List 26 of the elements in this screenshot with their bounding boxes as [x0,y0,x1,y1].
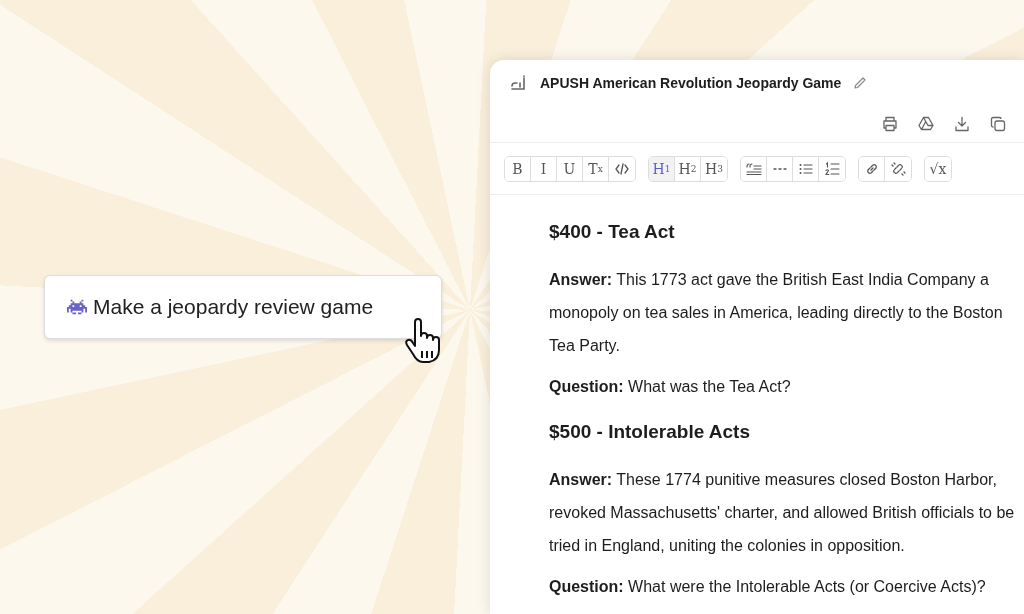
drive-icon[interactable] [918,116,934,131]
paragraph: Answer: These 1774 punitive measures closed Boston Harbor, revoked Massachusetts' charter, and allowed British officials to be tried in England, uniting the colonies in opposition. [549,470,1016,556]
section-heading: $400 - Tea Act [549,220,676,244]
code-icon [615,163,629,175]
toolbar-button[interactable]: √x [925,157,951,181]
document-title: APUSH American Revolution Jeopardy Game [540,75,842,91]
quote-icon [745,163,762,175]
toolbar-button[interactable] [741,157,767,181]
paragraph: Question: What was the Tea Act? [549,377,792,397]
space-invader-icon [67,299,87,315]
copy-icon[interactable] [990,116,1006,132]
pencil-icon[interactable] [853,76,868,90]
prompt-button[interactable]: Make a jeopardy review game [44,275,442,339]
print-icon[interactable] [882,116,898,132]
link-icon [864,162,879,176]
logo-icon [510,74,528,92]
toolbar-button[interactable]: B [505,157,531,181]
paragraph: Question: What were the Intolerable Acts (or Coercive Acts)? [549,577,987,597]
section-heading: $500 - Intolerable Acts [549,420,751,444]
horizontal-rule-icon [772,167,787,171]
paragraph: Answer: This 1773 act gave the British East India Company a monopoly on tea sales in America, leading directly to the Boston Tea Party. [549,270,1004,356]
toolbar-button[interactable] [859,157,885,181]
numbered-list-icon [824,162,840,176]
download-icon[interactable] [954,116,970,132]
unlink-icon [890,161,906,177]
bullet-list-icon [798,163,813,175]
